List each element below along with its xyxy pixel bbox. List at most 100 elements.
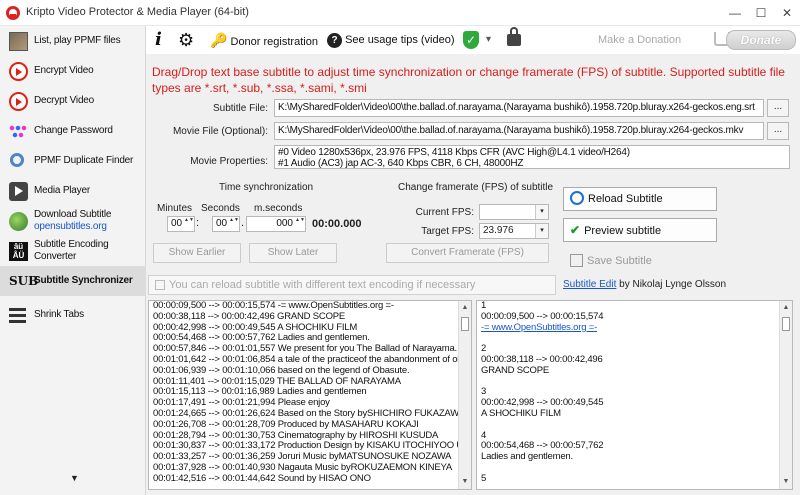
sidebar-item-subtitle-synchronizer[interactable]: SUB Subtitle Synchronizer xyxy=(0,266,146,296)
framerate-title: Change framerate (FPS) of subtitle xyxy=(398,182,554,193)
gear-icon[interactable]: ⚙ xyxy=(178,31,194,49)
target-fps-select[interactable]: 23.976 ▾ xyxy=(479,223,549,239)
convert-framerate-button[interactable]: Convert Framerate (FPS) xyxy=(386,243,549,263)
show-earlier-button[interactable]: Show Earlier xyxy=(153,243,241,263)
sidebar-item-label: Media Player xyxy=(34,185,90,196)
reload-icon xyxy=(570,191,584,206)
mseconds-spin-icon[interactable]: ▲▼ xyxy=(295,217,305,231)
lock-icon xyxy=(507,27,521,46)
sidebar-item-decrypt-video[interactable]: Decrypt Video xyxy=(0,86,146,116)
sidebar-item-label: PPMF Duplicate Finder xyxy=(34,155,134,166)
usage-tips-button[interactable]: ? See usage tips (video) xyxy=(327,31,455,49)
chevron-down-icon[interactable]: ▾ xyxy=(535,224,548,238)
time-total: 00:00.000 xyxy=(312,218,362,230)
decrypt-play-icon xyxy=(9,92,28,111)
subtitle-browse-button[interactable]: ... xyxy=(767,99,789,117)
sidebar-item-label: Change Password xyxy=(34,125,113,136)
minimize-button[interactable]: — xyxy=(722,0,748,26)
shield-button[interactable]: ✓ xyxy=(463,31,479,50)
sidebar-item-label: Decrypt Video xyxy=(34,95,95,106)
preview-subtitle-pane[interactable]: 1 00:00:09,500 --> 00:00:15,574 -= www.Ope… xyxy=(476,300,793,490)
time-dot: . xyxy=(241,217,245,229)
preview-line xyxy=(477,333,792,344)
seconds-stepper[interactable]: 00 ▲▼ xyxy=(212,216,240,232)
mseconds-stepper[interactable]: 000 ▲▼ xyxy=(246,216,306,232)
show-later-button[interactable]: Show Later xyxy=(249,243,337,263)
seconds-label: Seconds xyxy=(201,203,240,214)
original-subtitle-lines: 00:00:09,500 --> 00:00:15,574 -= www.Ope… xyxy=(149,301,471,485)
key-icon: 🔑 xyxy=(210,32,228,48)
preview-line: Ladies and gentlemen. xyxy=(481,451,573,463)
sidebar-item-media-player[interactable]: Media Player xyxy=(0,176,146,206)
reload-subtitle-button[interactable]: Reload Subtitle xyxy=(563,187,717,211)
sidebar-item-shrink-tabs[interactable]: Shrink Tabs xyxy=(0,300,146,330)
shield-check-icon: ✓ xyxy=(463,31,479,50)
sidebar-item-encrypt-video[interactable]: Encrypt Video xyxy=(0,56,146,86)
scroll-up-icon[interactable]: ▲ xyxy=(780,302,792,314)
preview-line: GRAND SCOPE xyxy=(481,364,550,376)
preview-subtitle-label: Preview subtitle xyxy=(584,225,662,237)
right-scroll-thumb[interactable] xyxy=(782,317,790,331)
encoding-sublabel: Converter xyxy=(34,251,77,262)
encoding-label: Subtitle Encoding xyxy=(34,239,109,250)
save-subtitle-label: Save Subtitle xyxy=(587,255,652,267)
sidebar-item-download-subtitle[interactable]: Download Subtitle opensubtitles.org xyxy=(0,206,146,236)
original-subtitle-pane[interactable]: 00:00:09,500 --> 00:00:15,574 -= www.Ope… xyxy=(148,300,472,490)
scroll-down-icon[interactable]: ▼ xyxy=(459,476,471,488)
preview-line xyxy=(477,420,792,431)
opensubtitles-preview-link[interactable]: -= www.OpenSubtitles.org =- xyxy=(477,322,792,334)
preview-line xyxy=(477,377,792,388)
sidebar-scroll-down-icon[interactable]: ▼ xyxy=(70,473,79,483)
scroll-down-icon[interactable]: ▼ xyxy=(780,476,792,488)
right-scrollbar[interactable]: ▲ ▼ xyxy=(779,301,792,489)
sidebar-item-label: Subtitle Encoding Converter xyxy=(34,239,109,263)
target-fps-value: 23.976 xyxy=(483,225,514,236)
subtitle-sync-icon: SUB xyxy=(9,274,39,288)
encoding-icon: âü ÂÜ xyxy=(9,242,28,261)
current-fps-select[interactable]: ▾ xyxy=(479,204,549,220)
minutes-label: Minutes xyxy=(157,203,193,214)
preview-subtitle-button[interactable]: ✔ Preview subtitle xyxy=(563,218,717,242)
film-strip-icon xyxy=(9,32,28,51)
chevron-down-icon[interactable]: ▾ xyxy=(535,205,548,219)
make-donation-link[interactable]: Make a Donation xyxy=(598,31,681,49)
minutes-stepper[interactable]: 00 ▲▼ xyxy=(167,216,195,232)
mseconds-value: 000 xyxy=(276,218,293,229)
subtitle-file-field[interactable]: K:\MySharedFolder\Video\00\the.ballad.of… xyxy=(274,99,764,117)
left-scrollbar[interactable]: ▲ ▼ xyxy=(458,301,471,489)
close-button[interactable]: ✕ xyxy=(774,0,800,26)
check-icon: ✔ xyxy=(570,223,581,237)
sidebar-item-duplicate-finder[interactable]: PPMF Duplicate Finder xyxy=(0,146,146,176)
credit-text: Subtitle Edit by Nikolaj Lynge Olsson xyxy=(563,279,726,290)
usage-tips-label: See usage tips (video) xyxy=(345,34,455,46)
current-fps-label: Current FPS: xyxy=(415,207,474,218)
sidebar-item-encoding-converter[interactable]: âü ÂÜ Subtitle Encoding Converter xyxy=(0,236,146,266)
media-player-icon xyxy=(9,182,28,201)
reload-hint-bar: You can reload subtitle with different t… xyxy=(148,275,556,295)
opensubtitles-link[interactable]: opensubtitles.org xyxy=(34,221,107,232)
sidebar-item-change-password[interactable]: Change Password xyxy=(0,116,146,146)
save-icon xyxy=(570,253,583,267)
password-dots-icon xyxy=(9,122,28,141)
minutes-spin-icon[interactable]: ▲▼ xyxy=(184,217,194,231)
sidebar-item-label: Encrypt Video xyxy=(34,65,94,76)
globe-icon xyxy=(9,212,28,231)
maximize-button[interactable]: ☐ xyxy=(748,0,774,26)
movie-file-field[interactable]: K:\MySharedFolder\Video\00\the.ballad.of… xyxy=(274,122,764,140)
movie-browse-button[interactable]: ... xyxy=(767,122,789,140)
sidebar-item-label: Subtitle Synchronizer xyxy=(34,275,133,286)
donor-registration-button[interactable]: 🔑 Donor registration xyxy=(210,31,318,49)
left-scroll-thumb[interactable] xyxy=(461,317,469,331)
reload-hint-text: You can reload subtitle with different t… xyxy=(169,279,476,291)
subtitle-edit-link[interactable]: Subtitle Edit xyxy=(563,279,616,290)
seconds-spin-icon[interactable]: ▲▼ xyxy=(229,217,239,231)
save-subtitle-button[interactable]: Save Subtitle xyxy=(563,249,717,273)
scroll-up-icon[interactable]: ▲ xyxy=(459,302,471,314)
lock-button[interactable] xyxy=(507,27,521,49)
shield-dropdown-icon[interactable]: ▾ xyxy=(486,31,491,49)
donate-button[interactable]: Donate xyxy=(726,30,796,50)
sidebar-item-list-play-ppmf[interactable]: List, play PPMF files xyxy=(0,26,146,56)
sidebar: List, play PPMF files Encrypt Video Decr… xyxy=(0,26,146,495)
info-icon[interactable]: i xyxy=(155,31,162,49)
minutes-value: 00 xyxy=(171,218,183,229)
